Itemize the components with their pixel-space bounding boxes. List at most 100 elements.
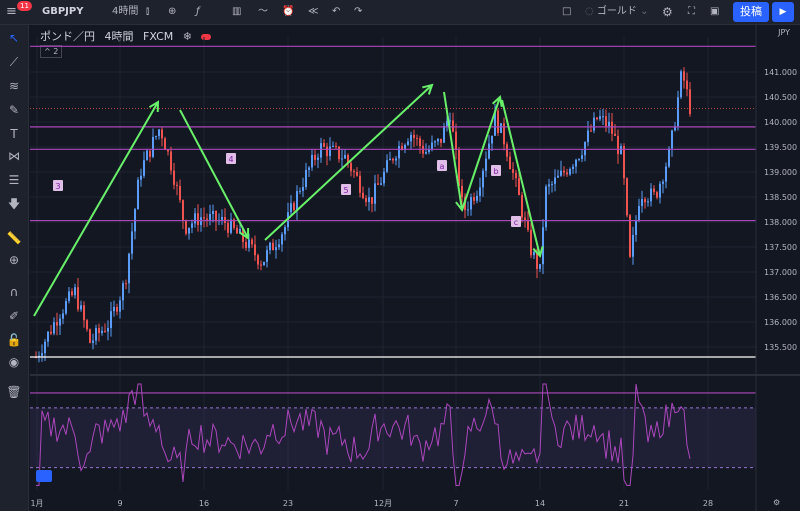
candle — [359, 175, 361, 193]
candle — [140, 175, 142, 180]
candle — [335, 145, 337, 147]
candle — [401, 146, 403, 150]
menu-icon[interactable]: ≡ — [6, 3, 17, 21]
y-tick-label: 136.000 — [764, 318, 797, 327]
candle — [389, 158, 391, 161]
lock-icon[interactable]: 🔓 — [5, 331, 23, 349]
interval-select[interactable]: 4時間 — [112, 3, 138, 21]
candle — [566, 172, 568, 175]
collapse-indicators-button[interactable]: ^ 2 — [40, 45, 63, 58]
gear-icon[interactable]: ⚙ — [662, 3, 673, 21]
candle — [605, 116, 607, 127]
cursor-icon[interactable]: ↖ — [5, 29, 23, 47]
candle — [593, 117, 595, 131]
price-label: 141.514 — [762, 42, 795, 51]
legend-marker — [201, 34, 212, 40]
candle — [215, 211, 217, 222]
lock-draw-icon[interactable]: ✐ — [5, 307, 23, 325]
symbol-search[interactable]: GBPJPY — [42, 3, 83, 21]
candle — [455, 131, 457, 150]
ruler-icon[interactable]: 📏 — [5, 229, 23, 247]
magnet-icon[interactable]: ∩ — [5, 283, 23, 301]
candle — [482, 170, 484, 188]
candle — [518, 178, 520, 196]
zoom-icon[interactable]: ⊕ — [5, 251, 23, 269]
rewind-icon[interactable]: ≪ — [308, 3, 318, 21]
bar-chart-icon[interactable]: ▥ — [232, 3, 241, 21]
candle — [101, 330, 103, 334]
candle — [602, 116, 604, 118]
candle — [47, 331, 49, 342]
layout-select[interactable]: ◌ ゴールド ⌄ — [585, 3, 648, 21]
brush-icon[interactable]: ✎ — [5, 101, 23, 119]
candle — [203, 217, 205, 219]
wave-label: 3 — [55, 182, 60, 191]
trash-icon[interactable]: 🗑 — [5, 383, 23, 401]
alarm-icon[interactable]: ⏰ — [282, 3, 294, 21]
price-axis — [756, 25, 800, 511]
candle — [626, 178, 628, 216]
wave-arrow-line — [33, 101, 159, 317]
fullscreen-icon[interactable]: ⛶ — [688, 3, 695, 21]
candle — [632, 234, 634, 257]
price-label-box — [757, 386, 800, 399]
candle — [257, 255, 259, 265]
arrow-down-icon[interactable]: 🡇 — [5, 195, 23, 213]
pulse-icon[interactable]: 〜 — [258, 3, 268, 21]
rsi-tick-label: 20.00 — [764, 479, 787, 488]
candle — [350, 163, 352, 172]
candle — [500, 123, 502, 133]
candle — [434, 141, 436, 143]
candles-icon[interactable]: ⫾ — [146, 3, 149, 21]
candle — [284, 227, 286, 235]
candle — [290, 203, 292, 213]
candle — [575, 159, 577, 167]
candle — [95, 328, 97, 341]
trendline-icon[interactable]: ⟋ — [5, 53, 23, 71]
candle — [599, 116, 601, 120]
camera-icon[interactable]: ▣ — [710, 3, 719, 21]
redo-icon[interactable]: ↷ — [354, 3, 362, 21]
prediction-icon[interactable]: ☰ — [5, 171, 23, 189]
candle — [317, 157, 319, 160]
x-tick-label: 1月 — [30, 499, 43, 508]
fib-icon[interactable]: ≋ — [5, 77, 23, 95]
candle — [437, 138, 439, 142]
wave-label: a — [440, 162, 445, 171]
price-chart[interactable]: 141.514 139.903 139.454 138.029 135.300 134.9… — [0, 0, 800, 511]
plus-circle-icon[interactable]: ⊕ — [168, 3, 176, 21]
candle — [272, 242, 274, 251]
price-label: 139.903 — [762, 123, 795, 132]
x-tick-label: 12月 — [374, 499, 392, 508]
candle — [227, 222, 229, 233]
undo-icon[interactable]: ↶ — [332, 3, 340, 21]
candle — [464, 197, 466, 211]
price-label-box — [757, 214, 800, 227]
candle — [641, 199, 643, 207]
text-icon[interactable]: T — [5, 125, 23, 143]
candle — [650, 188, 652, 202]
fx-icon[interactable]: ƒ — [196, 3, 200, 21]
candle — [656, 192, 658, 198]
square-icon[interactable]: □ — [562, 3, 571, 21]
candle — [296, 191, 298, 211]
price-label: 134.581 — [762, 389, 795, 398]
candle — [119, 300, 121, 312]
candle — [512, 169, 514, 173]
price-label-box — [757, 143, 800, 156]
axis-settings-icon: ⚙ — [773, 498, 780, 507]
pattern-icon[interactable]: ⋈ — [5, 147, 23, 165]
play-icon[interactable]: ▶ — [772, 2, 794, 22]
chart-legend: ポンド／円 4時間 FXCM ❄ — [40, 28, 217, 44]
eye-icon[interactable]: ◉ — [5, 353, 23, 371]
wave-arrow-head — [455, 200, 467, 213]
candle — [422, 145, 424, 154]
candle — [461, 185, 463, 198]
legend-title: ポンド／円 — [40, 30, 95, 43]
post-button[interactable]: 投稿 — [733, 2, 769, 22]
candle — [329, 146, 331, 157]
candle — [50, 331, 52, 334]
top-toolbar: ≡ 11 GBPJPY 4時間 ⫾ ⊕ ƒ ▥ 〜 ⏰ ≪ ↶ ↷ □ ◌ ゴー… — [0, 0, 800, 25]
candle — [506, 144, 508, 157]
candle — [77, 287, 79, 310]
